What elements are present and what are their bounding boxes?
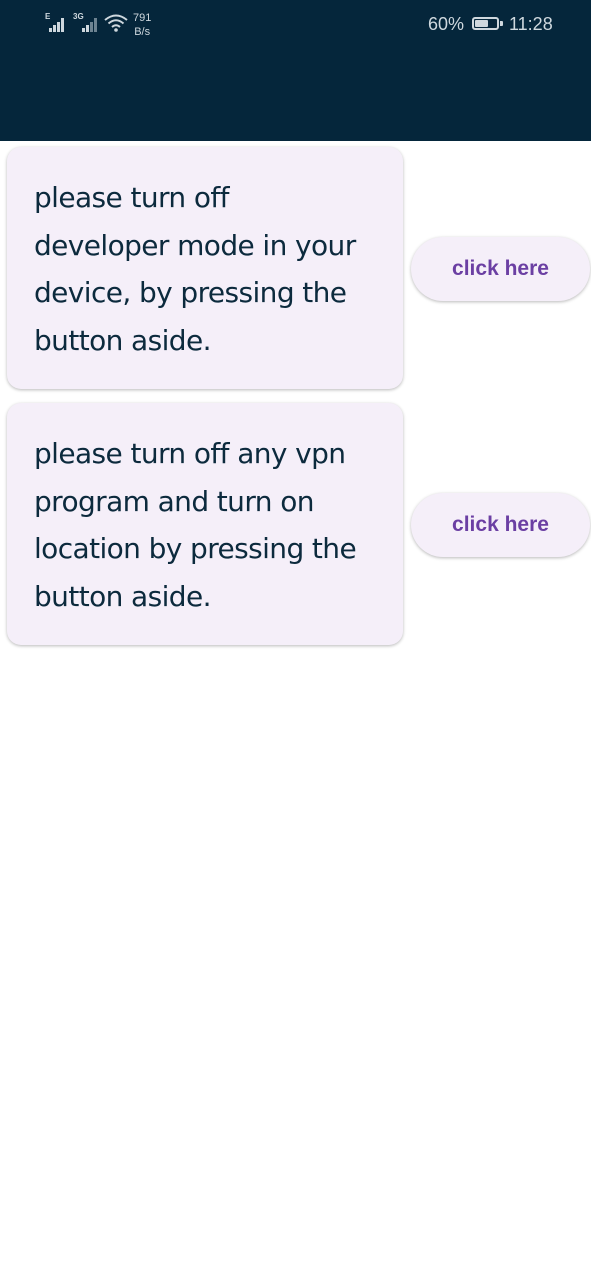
- net-speed-value: 791: [133, 12, 152, 24]
- net-speed-unit: B/s: [134, 26, 151, 38]
- battery-percent: 60%: [428, 14, 465, 34]
- developer-mode-click-here-button[interactable]: click here: [411, 237, 590, 301]
- developer-mode-card: please turn off developer mode in your d…: [7, 147, 403, 389]
- signal-icon: [49, 16, 64, 32]
- developer-mode-message: please turn off developer mode in your d…: [34, 181, 356, 357]
- clock: 11:28: [509, 14, 553, 34]
- battery-fill: [475, 20, 488, 27]
- signal-icon: [82, 16, 97, 32]
- vpn-location-click-here-button[interactable]: click here: [411, 493, 590, 557]
- wifi-icon: [104, 14, 128, 32]
- net-speed: 791 B/s: [133, 11, 151, 39]
- status-bar: E 3G 791 B/s 60% 11:28: [0, 0, 591, 50]
- vpn-location-card: please turn off any vpn program and turn…: [7, 403, 403, 645]
- vpn-location-message: please turn off any vpn program and turn…: [34, 437, 357, 613]
- battery-icon: [472, 17, 503, 30]
